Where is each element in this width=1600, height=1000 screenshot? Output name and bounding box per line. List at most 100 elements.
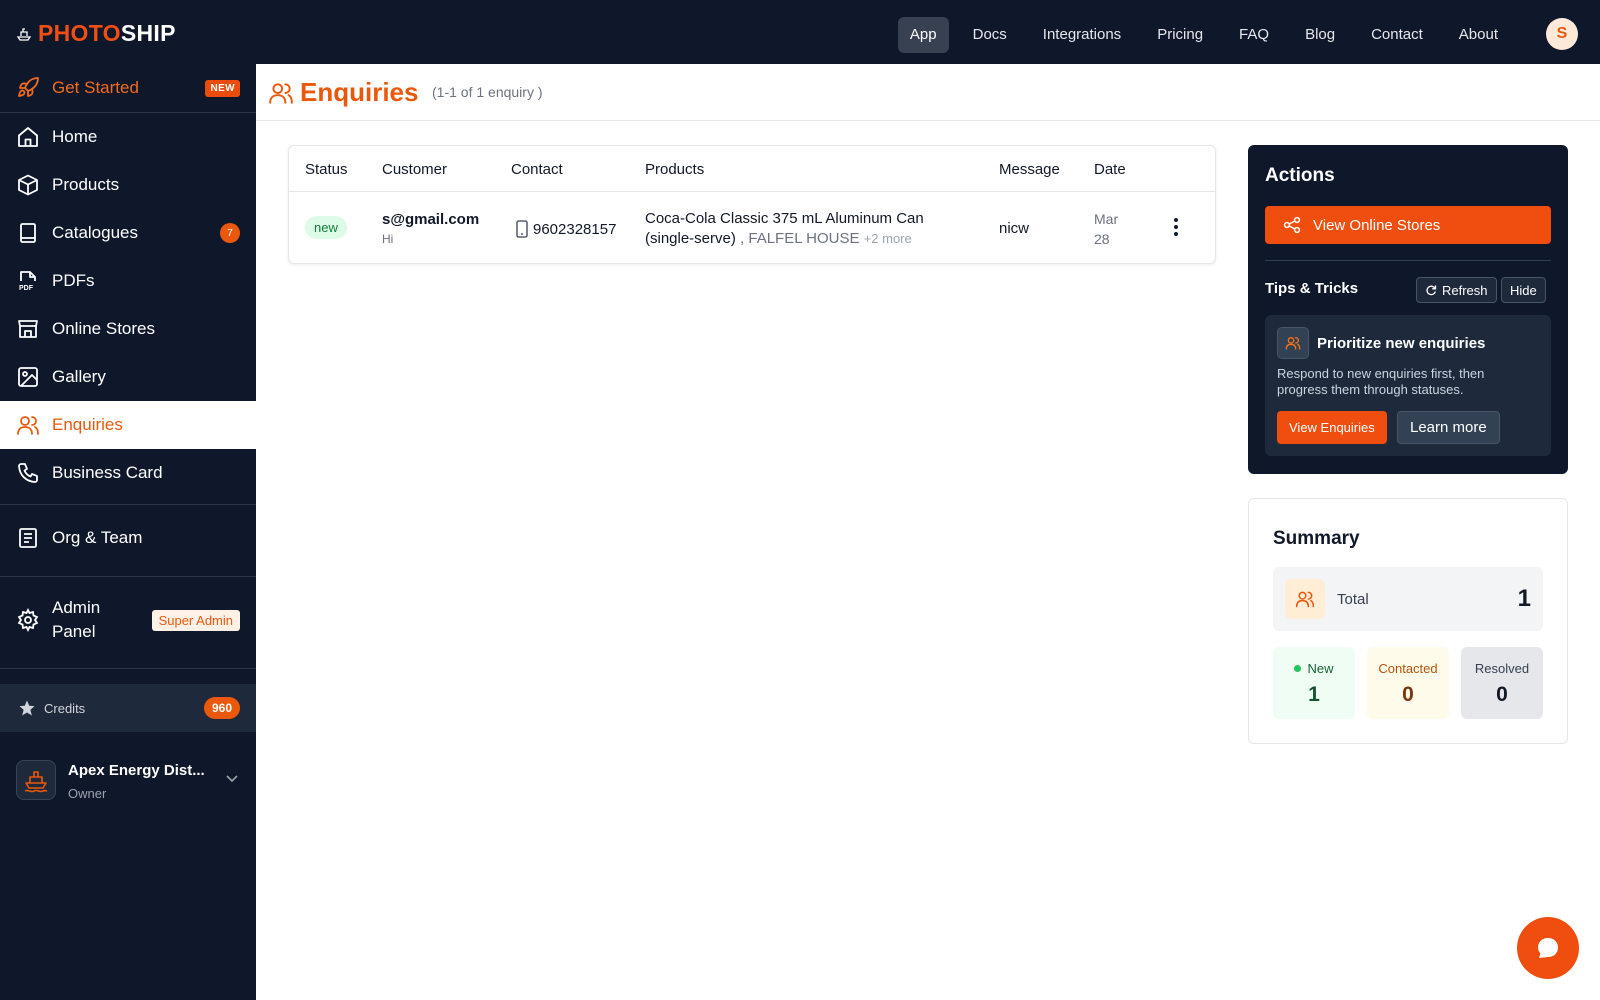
svg-text:PDF: PDF xyxy=(19,285,34,292)
sidebar-item-label: Business Card xyxy=(52,463,163,482)
contact-phone[interactable]: 9602328157 xyxy=(515,220,616,238)
hide-tips-button[interactable]: Hide xyxy=(1501,277,1546,303)
column-header-message[interactable]: Message xyxy=(999,161,1060,178)
book-icon xyxy=(20,223,36,243)
header-divider xyxy=(289,191,1215,192)
tip-title: Prioritize new enquiries xyxy=(1317,335,1486,352)
customer-email: s@gmail.com xyxy=(382,211,480,228)
new-badge: NEW xyxy=(205,79,240,97)
nav-integrations[interactable]: Integrations xyxy=(1031,17,1133,53)
sidebar-item-enquiries[interactable]: Enquiries xyxy=(0,401,256,449)
stat-resolved[interactable]: Resolved 0 xyxy=(1461,647,1543,719)
nav-faq[interactable]: FAQ xyxy=(1227,17,1281,53)
sidebar-item-label: Get Started xyxy=(52,78,139,97)
customer-message: Hi xyxy=(382,232,394,246)
sidebar-item-products[interactable]: Products xyxy=(0,161,256,209)
share-icon xyxy=(1283,216,1301,234)
page-header: Enquiries (1-1 of 1 enquiry ) xyxy=(256,64,1600,121)
top-nav: App Docs Integrations Pricing FAQ Blog C… xyxy=(886,17,1510,53)
mobile-phone-icon xyxy=(516,220,528,238)
chat-bubble-icon xyxy=(1538,938,1558,958)
sidebar-item-label: Org & Team xyxy=(52,528,143,547)
sidebar-item-catalogues[interactable]: Catalogues 7 xyxy=(0,209,256,257)
summary-title: Summary xyxy=(1273,528,1360,549)
summary-total: Total 1 xyxy=(1273,567,1543,631)
home-icon xyxy=(18,127,38,147)
sidebar-divider xyxy=(0,668,256,669)
enquiries-table: Status Customer Contact Products Message… xyxy=(288,145,1216,264)
credits-count-badge: 960 xyxy=(203,697,240,719)
ship-icon xyxy=(16,27,32,41)
column-header-customer[interactable]: Customer xyxy=(382,161,447,178)
sidebar-item-pdfs[interactable]: PDF PDFs xyxy=(0,257,256,305)
stat-new[interactable]: New 1 xyxy=(1273,647,1355,719)
actions-divider xyxy=(1265,260,1551,261)
stat-contacted[interactable]: Contacted 0 xyxy=(1367,647,1449,719)
sidebar-item-admin-panel[interactable]: Admin Panel Super Admin xyxy=(0,592,256,648)
super-admin-badge: Super Admin xyxy=(151,609,240,631)
stat-new-value: 1 xyxy=(1308,683,1320,706)
status-dot-icon xyxy=(1294,665,1302,672)
nav-blog[interactable]: Blog xyxy=(1293,17,1347,53)
credits-row[interactable]: Credits 960 xyxy=(0,684,256,732)
nav-about[interactable]: About xyxy=(1447,17,1510,53)
tip-text: Respond to new enquiries first, then pro… xyxy=(1277,366,1485,397)
user-avatar[interactable]: S xyxy=(1546,18,1578,50)
tip-card: Prioritize new enquiries Respond to new … xyxy=(1265,315,1551,456)
org-logo xyxy=(16,760,56,800)
refresh-icon xyxy=(1426,285,1437,296)
products-cell: Coca-Cola Classic 375 mL Aluminum Can (s… xyxy=(645,209,965,249)
chat-button[interactable] xyxy=(1517,917,1579,979)
tips-title: Tips & Tricks xyxy=(1265,280,1359,297)
sidebar-item-business-card[interactable]: Business Card xyxy=(0,449,256,497)
actions-title: Actions xyxy=(1265,165,1335,186)
rocket-icon xyxy=(18,77,39,97)
store-name: , FALFEL HOUSE xyxy=(740,230,860,247)
more-options-icon[interactable] xyxy=(1167,216,1185,238)
tip-icon-box xyxy=(1277,327,1309,359)
phone-icon xyxy=(18,463,38,483)
learn-more-button[interactable]: Learn more xyxy=(1397,411,1500,444)
sidebar-item-online-stores[interactable]: Online Stores xyxy=(0,305,256,353)
column-header-products[interactable]: Products xyxy=(645,161,704,178)
sidebar-item-label: Home xyxy=(52,127,98,146)
sidebar-item-gallery[interactable]: Gallery xyxy=(0,353,256,401)
column-header-date[interactable]: Date xyxy=(1094,161,1126,178)
total-icon-box xyxy=(1285,579,1325,619)
view-enquiries-button[interactable]: View Enquiries xyxy=(1277,411,1387,444)
column-header-contact[interactable]: Contact xyxy=(511,161,563,178)
nav-pricing[interactable]: Pricing xyxy=(1145,17,1215,53)
sidebar-item-label: Products xyxy=(52,175,120,194)
phone-number: 9602328157 xyxy=(533,220,617,238)
store-icon xyxy=(18,320,38,338)
users-icon xyxy=(17,416,39,435)
users-icon xyxy=(1295,591,1315,608)
brand-logo[interactable]: PHOTOSHIP xyxy=(16,20,176,47)
star-icon xyxy=(19,700,35,716)
sidebar-item-get-started[interactable]: Get Started NEW xyxy=(0,64,256,112)
enquiry-count: (1-1 of 1 enquiry ) xyxy=(432,84,543,100)
nav-docs[interactable]: Docs xyxy=(961,17,1019,53)
more-products[interactable]: +2 more xyxy=(864,231,912,246)
status-badge[interactable]: new xyxy=(305,216,347,239)
sidebar-item-org-team[interactable]: Org & Team xyxy=(0,514,256,562)
sidebar-divider xyxy=(0,504,256,505)
sidebar-item-label: Catalogues xyxy=(52,223,139,242)
nav-contact[interactable]: Contact xyxy=(1359,17,1435,53)
top-bar: PHOTOSHIP App Docs Integrations Pricing … xyxy=(0,0,1600,64)
total-label: Total xyxy=(1337,591,1369,608)
refresh-button[interactable]: Refresh xyxy=(1416,277,1497,303)
sidebar-item-label: Gallery xyxy=(52,367,106,386)
nav-app[interactable]: App xyxy=(897,17,949,53)
view-online-stores-button[interactable]: View Online Stores xyxy=(1265,206,1551,244)
sidebar-divider xyxy=(0,576,256,577)
stat-contacted-value: 0 xyxy=(1402,683,1414,706)
ship-icon xyxy=(24,771,48,793)
sidebar-item-home[interactable]: Home xyxy=(0,113,256,161)
message-cell: nicw xyxy=(999,220,1030,237)
column-header-status[interactable]: Status xyxy=(305,161,348,178)
sidebar-item-label: Online Stores xyxy=(52,319,155,338)
org-switcher[interactable]: Apex Energy Dist... Owner xyxy=(16,754,244,814)
gear-icon xyxy=(17,608,39,632)
summary-card: Summary Total 1 New 1 Contacted 0 Resolv… xyxy=(1248,498,1568,744)
